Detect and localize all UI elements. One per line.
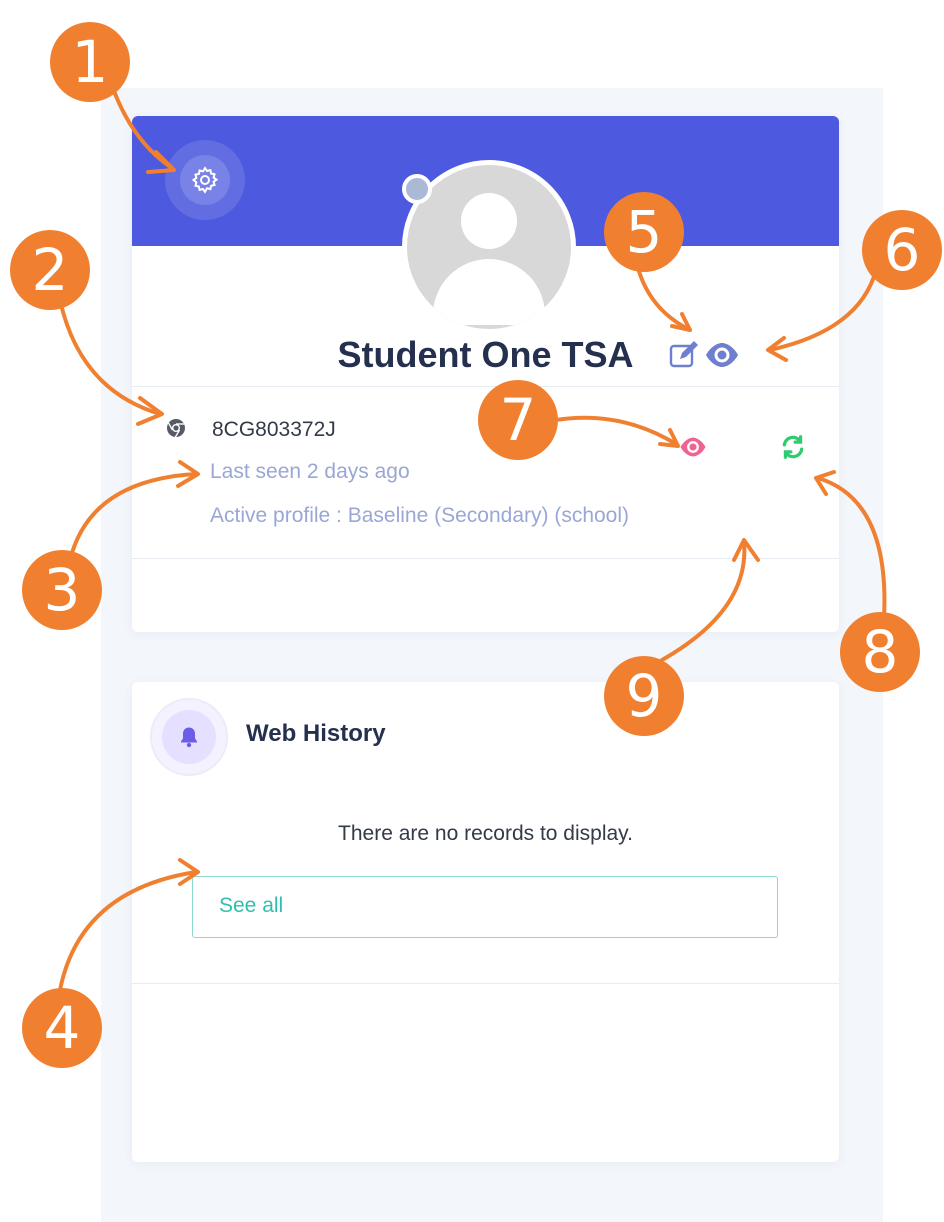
divider <box>132 558 839 559</box>
callout-9: 9 <box>604 656 684 736</box>
avatar-body <box>433 259 545 325</box>
see-all-button[interactable]: See all <box>192 876 778 938</box>
active-profile-text[interactable]: Active profile : Baseline (Secondary) (s… <box>210 504 629 528</box>
callout-7: 7 <box>478 380 558 460</box>
callout-4: 4 <box>22 988 102 1068</box>
empty-records-message: There are no records to display. <box>338 822 633 845</box>
callout-2: 2 <box>10 230 90 310</box>
refresh-button[interactable] <box>780 434 806 460</box>
callout-3: 3 <box>22 550 102 630</box>
student-profile-card: Student One TSA 8CG803372J Last seen 2 d… <box>132 116 839 632</box>
last-seen-text: Last seen 2 days ago <box>210 460 410 483</box>
divider <box>132 386 839 387</box>
chrome-icon <box>167 419 185 438</box>
eye-icon <box>680 437 706 457</box>
name-actions <box>668 340 740 370</box>
web-history-title: Web History <box>246 720 386 747</box>
history-badge <box>150 698 228 776</box>
edit-profile-button[interactable] <box>668 340 700 370</box>
edit-icon <box>669 341 698 368</box>
avatar-head <box>461 193 517 249</box>
web-history-card: Web History There are no records to disp… <box>132 682 839 1162</box>
view-device-button[interactable] <box>678 436 708 458</box>
divider <box>132 983 839 984</box>
callout-8: 8 <box>840 612 920 692</box>
eye-icon <box>706 343 738 367</box>
callout-5: 5 <box>604 192 684 272</box>
settings-button[interactable] <box>165 140 245 220</box>
device-browser <box>166 418 186 442</box>
refresh-icon <box>782 435 804 459</box>
gear-icon <box>191 166 219 194</box>
view-profile-button[interactable] <box>704 340 740 370</box>
online-status-dot <box>402 174 432 204</box>
bell-icon <box>181 727 197 748</box>
device-id: 8CG803372J <box>212 418 336 441</box>
callout-1: 1 <box>50 22 130 102</box>
callout-6: 6 <box>862 210 942 290</box>
